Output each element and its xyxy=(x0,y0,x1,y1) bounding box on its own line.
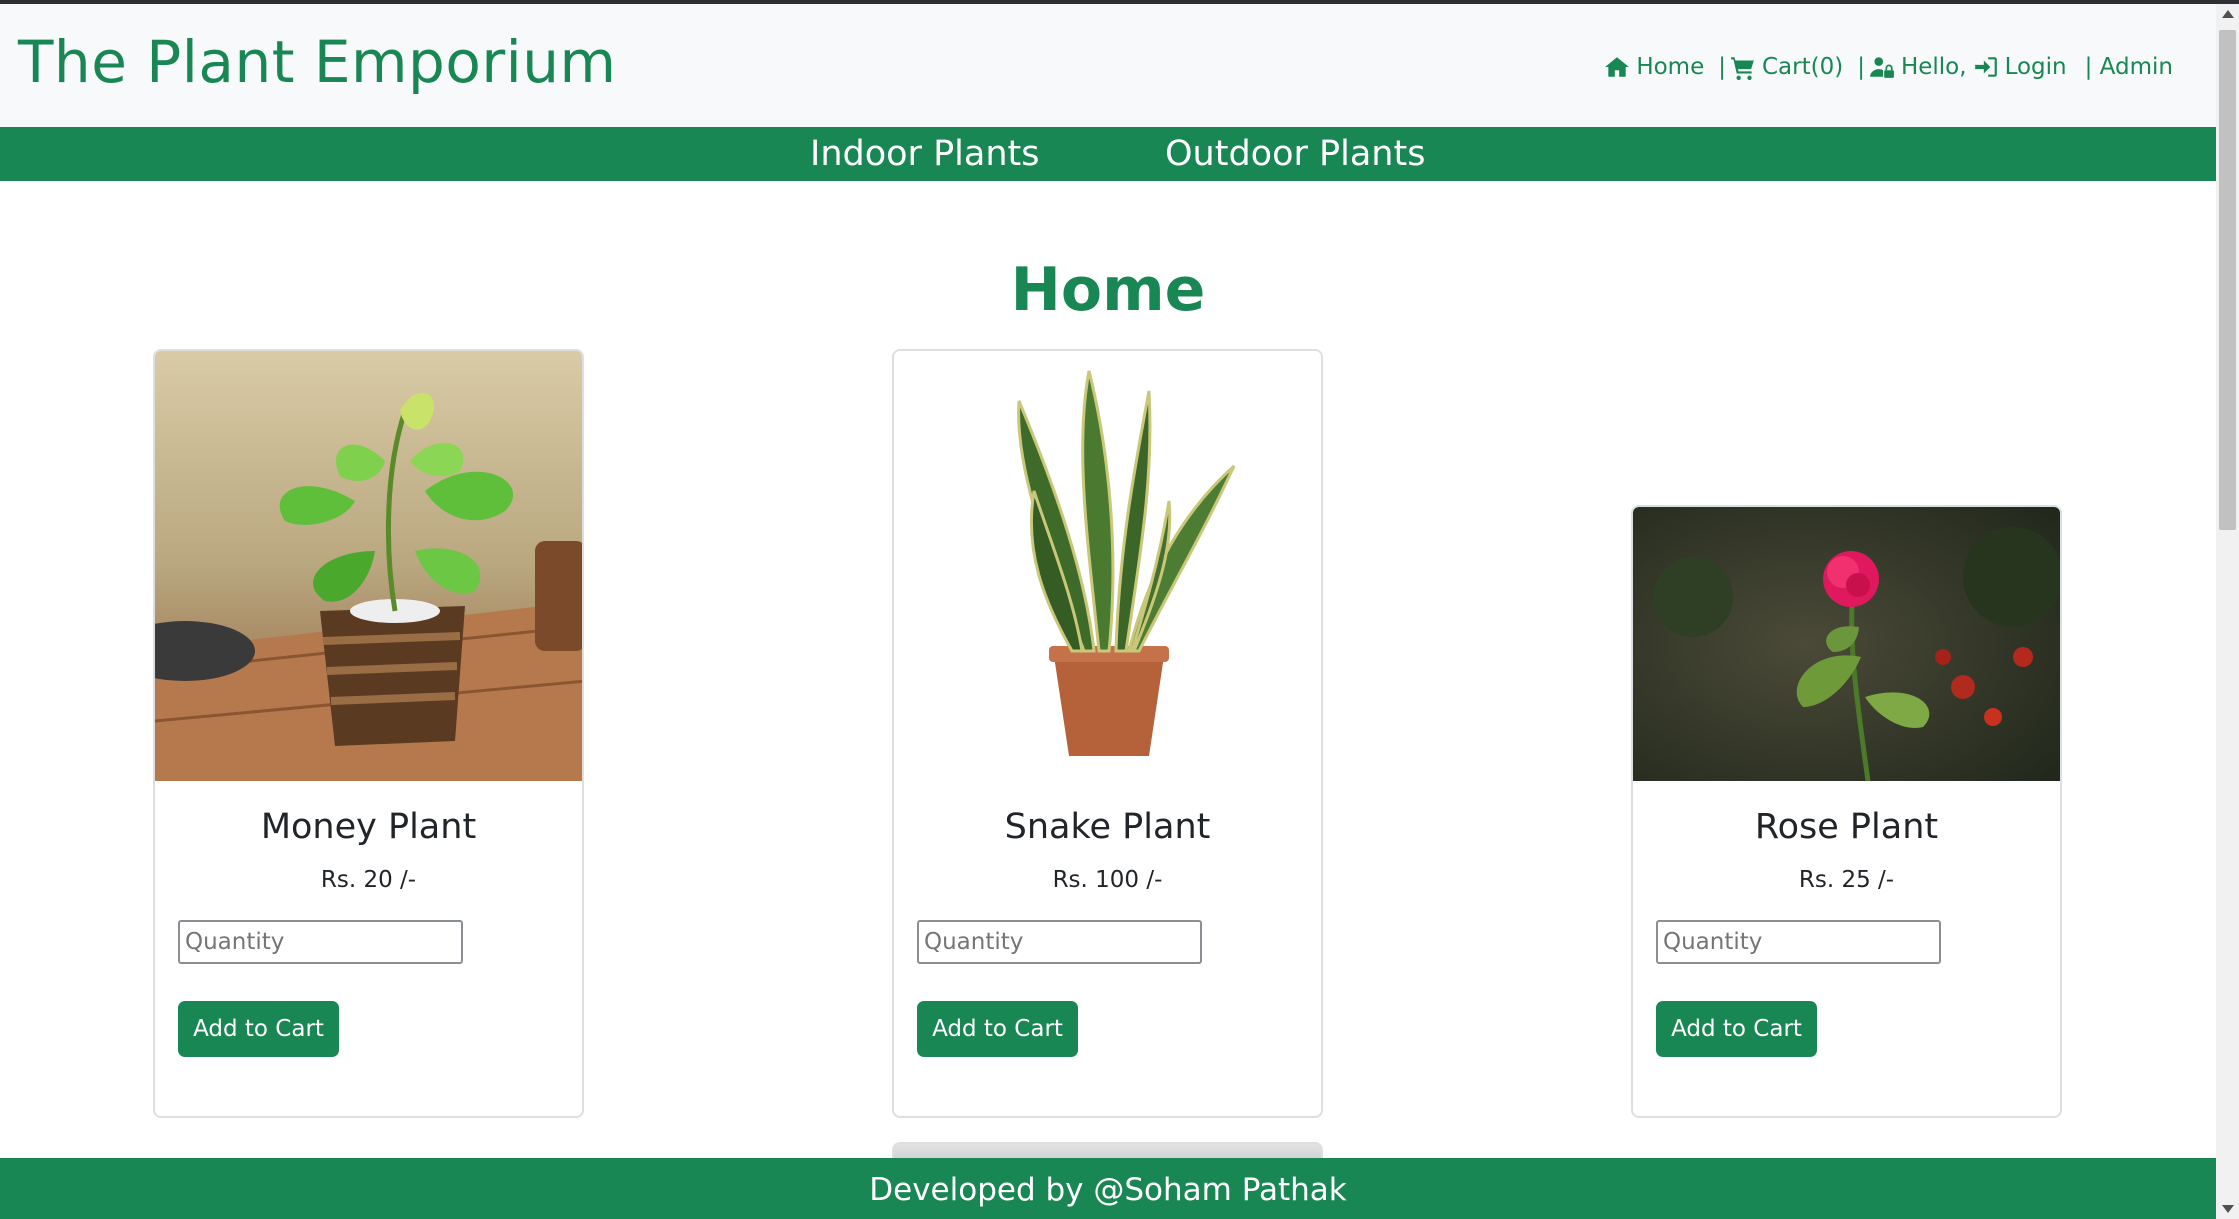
product-name: Rose Plant xyxy=(1754,807,1939,847)
header: The Plant Emporium Home | Cart(0) | Hell… xyxy=(0,4,2216,127)
product-card: Rose Plant Rs. 25 /- Add to Cart xyxy=(1631,505,2062,1118)
product-price: Rs. 20 /- xyxy=(320,867,417,893)
product-price: Rs. 25 /- xyxy=(1798,867,1895,893)
money-plant-image xyxy=(155,351,582,781)
scroll-down-arrow-icon[interactable] xyxy=(2222,1205,2234,1213)
nav-user-greeting: Hello, xyxy=(1869,54,1967,80)
brand-title[interactable]: The Plant Emporium xyxy=(18,28,617,96)
snake-plant-image xyxy=(894,351,1321,781)
quantity-input[interactable] xyxy=(178,920,463,964)
footer: Developed by @Soham Pathak xyxy=(0,1158,2216,1219)
nav-home-link[interactable]: Home xyxy=(1604,54,1704,80)
top-nav: Home | Cart(0) | Hello, Login | Admin xyxy=(1604,54,2173,80)
category-nav: Indoor Plants Outdoor Plants xyxy=(0,127,2216,181)
product-card-body: Money Plant Rs. 20 /- Add to Cart xyxy=(155,781,582,1116)
footer-credit: Developed by @Soham Pathak xyxy=(869,1172,1347,1208)
add-to-cart-button[interactable]: Add to Cart xyxy=(178,1001,339,1057)
nav-home-label: Home xyxy=(1636,54,1705,80)
outdoor-plants-link[interactable]: Outdoor Plants xyxy=(1165,134,1425,174)
nav-admin-link[interactable]: | Admin xyxy=(2085,54,2173,80)
product-price: Rs. 100 /- xyxy=(1052,867,1163,893)
nav-login-label: Login xyxy=(2004,54,2067,80)
product-name: Snake Plant xyxy=(1004,807,1211,847)
quantity-input[interactable] xyxy=(917,920,1202,964)
nav-cart-label: Cart(0) xyxy=(1761,54,1844,80)
user-lock-icon xyxy=(1870,57,1894,78)
scroll-up-arrow-icon[interactable] xyxy=(2222,10,2234,18)
sign-in-icon xyxy=(1974,57,1997,77)
rose-plant-image xyxy=(1633,507,2060,781)
add-to-cart-button[interactable]: Add to Cart xyxy=(1656,1001,1817,1057)
nav-hello-label: Hello, xyxy=(1900,54,1967,80)
product-card: Money Plant Rs. 20 /- Add to Cart xyxy=(153,349,584,1118)
add-to-cart-button[interactable]: Add to Cart xyxy=(917,1001,1078,1057)
home-icon xyxy=(1605,57,1630,77)
quantity-input[interactable] xyxy=(1656,920,1941,964)
product-card: Snake Plant Rs. 100 /- Add to Cart xyxy=(892,349,1323,1118)
cart-icon xyxy=(1731,57,1754,80)
page-title: Home xyxy=(1010,255,1206,325)
product-name: Money Plant xyxy=(260,807,477,847)
vertical-scrollbar[interactable] xyxy=(2216,4,2239,1219)
nav-admin-label: | Admin xyxy=(2084,54,2173,80)
product-card-body: Rose Plant Rs. 25 /- Add to Cart xyxy=(1633,781,2060,1116)
nav-separator: | xyxy=(1718,54,1726,80)
product-card-body: Snake Plant Rs. 100 /- Add to Cart xyxy=(894,781,1321,1116)
indoor-plants-link[interactable]: Indoor Plants xyxy=(810,134,1039,174)
nav-login-link[interactable]: Login xyxy=(1973,54,2067,80)
scrollbar-thumb[interactable] xyxy=(2219,30,2236,530)
nav-separator: | xyxy=(1857,54,1865,80)
nav-cart-link[interactable]: Cart(0) xyxy=(1730,54,1843,80)
